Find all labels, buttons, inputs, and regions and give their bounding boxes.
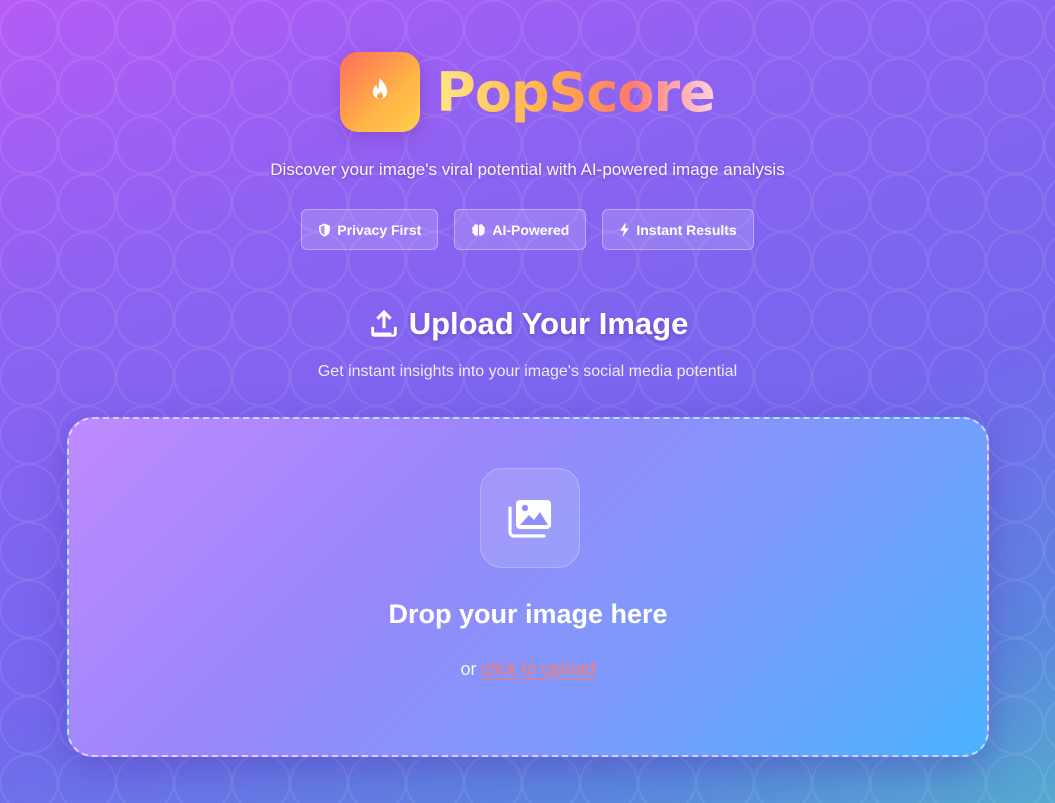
upload-subtitle: Get instant insights into your image's s… (317, 363, 738, 380)
badge-label: AI-Powered (492, 221, 570, 238)
image-dropzone[interactable]: Drop your image here or click to upload (67, 417, 989, 757)
badge-privacy-first: Privacy First (301, 209, 439, 250)
badge-instant-results: Instant Results (602, 209, 754, 250)
upload-title-text: Upload Your Image (408, 306, 689, 341)
image-icon-container (480, 468, 580, 568)
tagline: Discover your image's viral potential wi… (270, 160, 785, 179)
bolt-icon (620, 222, 630, 237)
images-icon (508, 500, 551, 538)
brain-icon (472, 223, 486, 236)
shield-icon (319, 223, 331, 236)
feature-badges: Privacy First AI-Powered Instant Results (0, 209, 1055, 250)
upload-section-title: Upload Your Image (0, 306, 1055, 342)
drop-title: Drop your image here (388, 599, 668, 629)
flame-icon (373, 77, 388, 100)
badge-label: Privacy First (337, 221, 422, 238)
badge-ai-powered: AI-Powered (454, 209, 587, 250)
drop-instructions: or click to upload (69, 659, 987, 680)
upload-icon (370, 309, 397, 337)
app-header: PopScore (0, 52, 1055, 132)
badge-label: Instant Results (636, 221, 737, 238)
app-title: PopScore (436, 60, 716, 124)
or-text: or (460, 659, 477, 679)
logo (340, 52, 421, 132)
click-to-upload-link[interactable]: click to upload (481, 659, 595, 679)
